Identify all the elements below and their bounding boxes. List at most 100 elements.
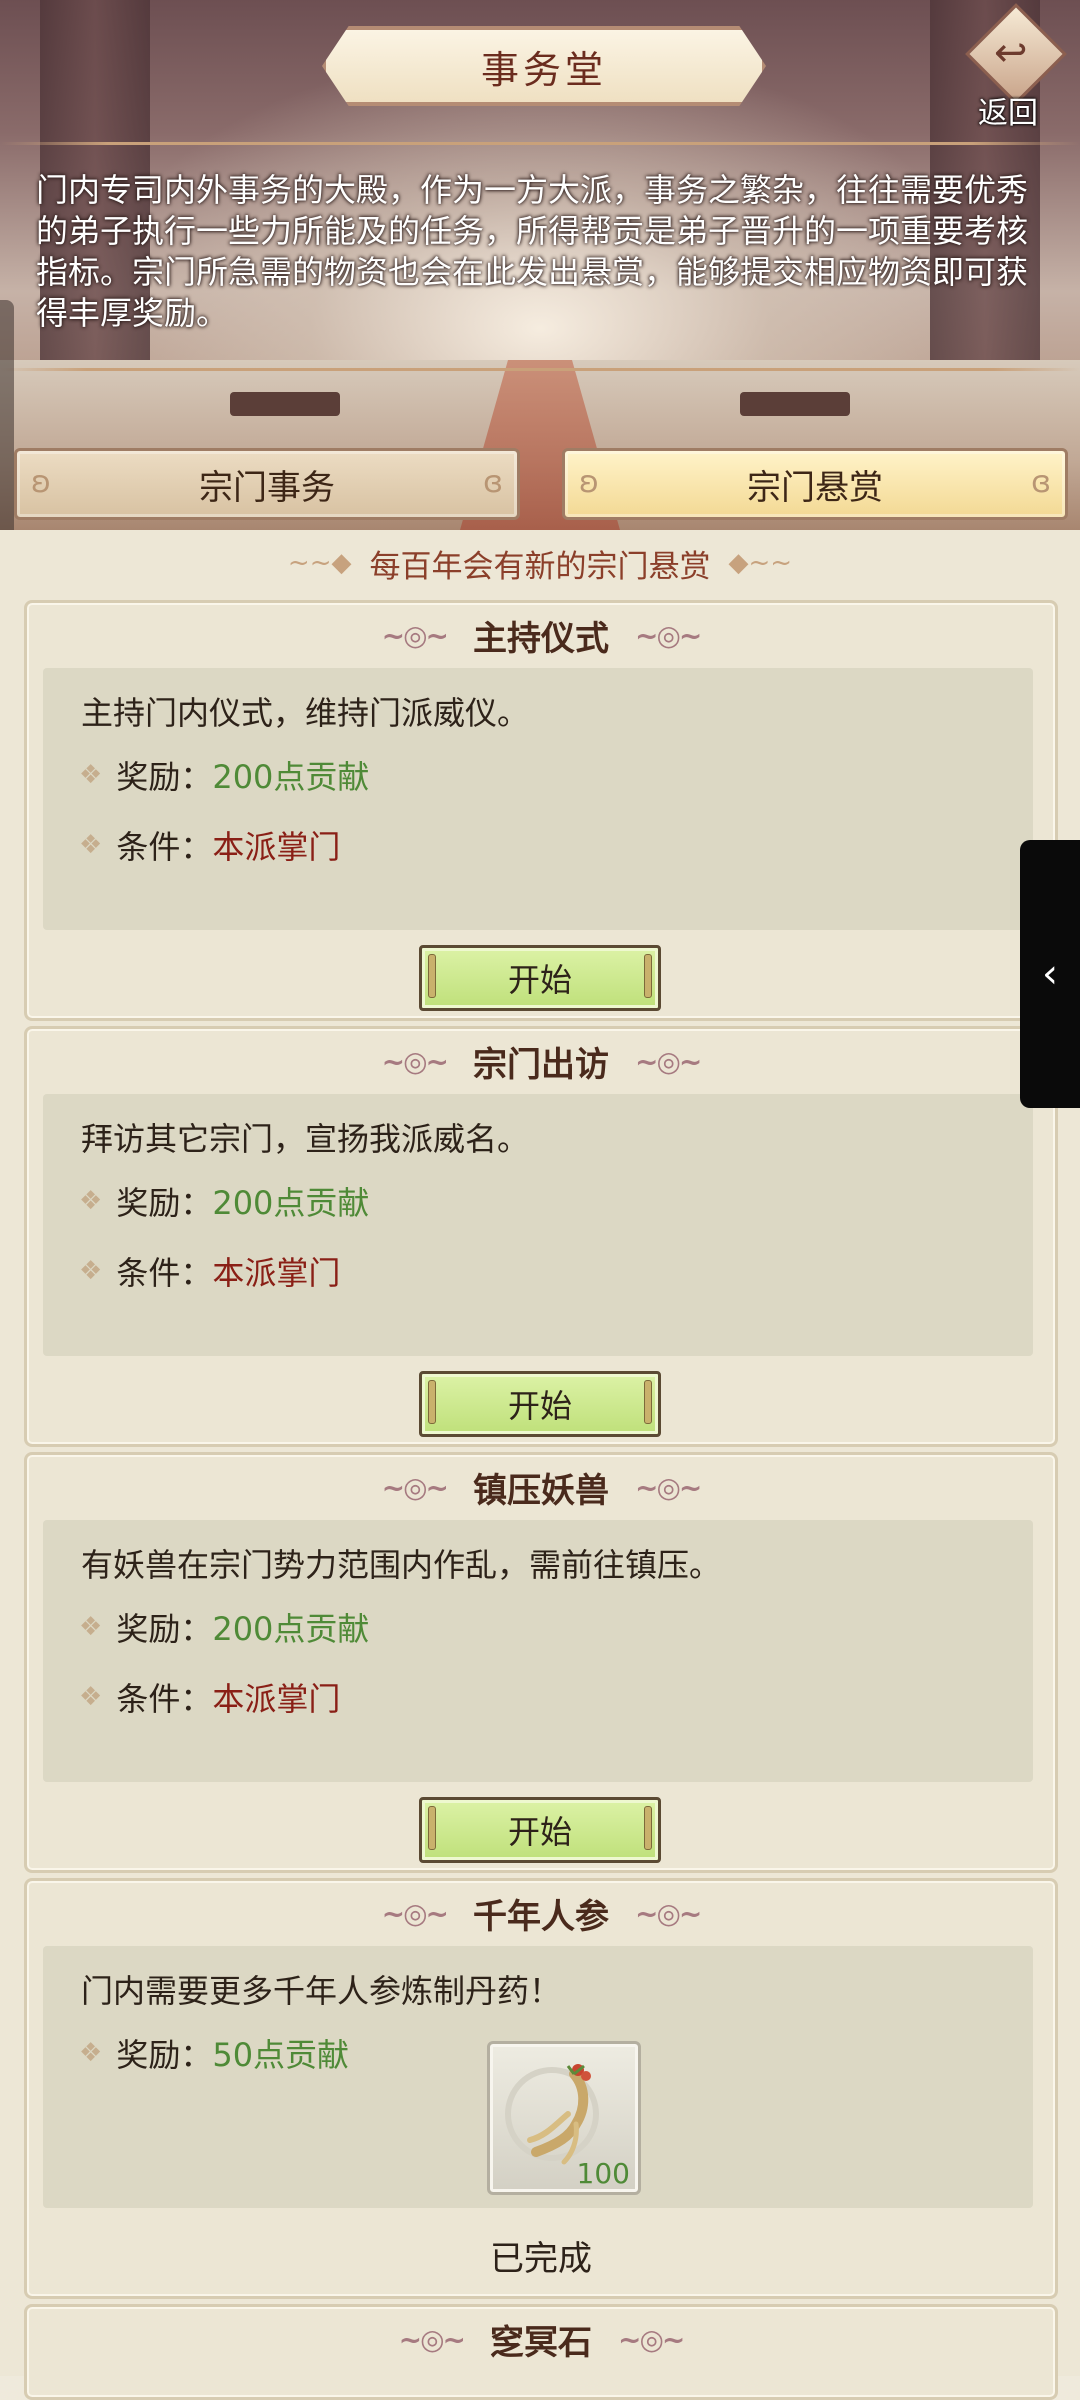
- bounty-card: ~◎~ 宗门出访 ~◎~ 拜访其它宗门，宣扬我派威名。 ❖ 奖励： 200点贡献…: [24, 1026, 1058, 1447]
- item-count: 100: [576, 2157, 630, 2190]
- card-title-text: 镇压妖兽: [473, 1470, 609, 1511]
- scroll-rod-icon: [644, 954, 652, 998]
- start-button-label: 开始: [507, 1387, 572, 1425]
- reward-value: 200点贡献: [212, 758, 370, 796]
- card-title: ~◎~ 宗门出访 ~◎~: [27, 1037, 1055, 1085]
- tab-sect-bounty[interactable]: ʚ 宗门悬赏 ɞ: [562, 448, 1068, 520]
- scroll-ornament-icon: ʚ: [579, 465, 599, 500]
- yin-yang-ornament-icon: ~◎~: [398, 2322, 466, 2356]
- divider: [0, 368, 1080, 371]
- return-arrow-icon: ↩: [994, 30, 1028, 76]
- item-slot[interactable]: 100: [487, 2041, 641, 2195]
- scroll-ornament-icon: ɞ: [483, 465, 503, 500]
- card-title: ~◎~ 镇压妖兽 ~◎~: [27, 1463, 1055, 1511]
- card-title: ~◎~ 主持仪式 ~◎~: [27, 611, 1055, 659]
- scroll-rod-icon: [428, 1806, 436, 1850]
- reward-value: 50点贡献: [212, 2036, 350, 2074]
- card-title: ~◎~ 千年人参 ~◎~: [27, 1889, 1055, 1937]
- card-title-text: 千年人参: [473, 1896, 609, 1937]
- bounty-list-panel[interactable]: ~~◆ 每百年会有新的宗门悬赏 ◆~~ ~◎~ 主持仪式 ~◎~ 主持门内仪式，…: [0, 530, 1080, 2400]
- card-title-text: 窆冥石: [490, 2322, 592, 2363]
- scroll-ornament-icon: ɞ: [1031, 465, 1051, 500]
- scroll-rod-icon: [644, 1380, 652, 1424]
- scroll-ornament-icon: ʚ: [31, 465, 51, 500]
- card-description: 拜访其它宗门，宣扬我派威名。: [81, 1120, 530, 1158]
- back-button[interactable]: ↩ 返回: [958, 3, 1068, 131]
- condition-label: 条件：: [116, 1680, 213, 1718]
- page-title: 事务堂: [480, 47, 607, 92]
- card-description: 主持门内仪式，维持门派威仪。: [81, 694, 530, 732]
- diamond-bullet-icon: ❖: [79, 760, 103, 790]
- notice-banner: ~~◆ 每百年会有新的宗门悬赏 ◆~~: [0, 530, 1080, 596]
- bounty-card: ~◎~ 窆冥石 ~◎~: [24, 2304, 1058, 2400]
- yin-yang-ornament-icon: ~◎~: [635, 618, 702, 652]
- reward-row: ❖ 奖励： 200点贡献: [79, 1604, 369, 1650]
- condition-row: ❖ 条件： 本派掌门: [79, 822, 340, 868]
- tab-label: 宗门悬赏: [747, 467, 883, 508]
- start-button-label: 开始: [507, 1813, 572, 1851]
- card-title-text: 宗门出访: [473, 1044, 609, 1085]
- condition-row: ❖ 条件： 本派掌门: [79, 1248, 340, 1294]
- divider: [0, 142, 1080, 145]
- status-completed: 已完成: [490, 2239, 592, 2279]
- notice-text: 每百年会有新的宗门悬赏: [369, 548, 711, 585]
- condition-value: 本派掌门: [212, 1254, 341, 1292]
- start-button[interactable]: 开始: [419, 1797, 661, 1863]
- yin-yang-ornament-icon: ~◎~: [635, 1470, 702, 1504]
- yin-yang-ornament-icon: ~◎~: [381, 1470, 449, 1504]
- card-body: 拜访其它宗门，宣扬我派威名。 ❖ 奖励： 200点贡献 ❖ 条件： 本派掌门: [43, 1094, 1033, 1356]
- card-title-text: 主持仪式: [473, 618, 609, 659]
- reward-label: 奖励：: [116, 2036, 213, 2074]
- tab-sect-affairs[interactable]: ʚ 宗门事务 ɞ: [14, 448, 520, 520]
- diamond-bullet-icon: ❖: [79, 1612, 103, 1642]
- yin-yang-ornament-icon: ~◎~: [618, 2322, 685, 2356]
- reward-row: ❖ 奖励： 200点贡献: [79, 1178, 369, 1224]
- ornament-icon: ~~◆: [287, 548, 352, 578]
- reward-label: 奖励：: [116, 1184, 213, 1222]
- reward-value: 200点贡献: [212, 1610, 370, 1648]
- reward-label: 奖励：: [116, 758, 213, 796]
- reward-row: ❖ 奖励： 200点贡献: [79, 752, 369, 798]
- card-body: 主持门内仪式，维持门派威仪。 ❖ 奖励： 200点贡献 ❖ 条件： 本派掌门: [43, 668, 1033, 930]
- yin-yang-ornament-icon: ~◎~: [381, 1896, 449, 1930]
- yin-yang-ornament-icon: ~◎~: [381, 618, 449, 652]
- card-description: 门内需要更多千年人参炼制丹药！: [81, 1972, 562, 2010]
- hall-bench: [230, 392, 340, 416]
- card-description: 有妖兽在宗门势力范围内作乱，需前往镇压。: [81, 1546, 722, 1584]
- yin-yang-ornament-icon: ~◎~: [635, 1044, 702, 1078]
- yin-yang-ornament-icon: ~◎~: [635, 1896, 702, 1930]
- scroll-rod-icon: [644, 1806, 652, 1850]
- condition-value: 本派掌门: [212, 828, 341, 866]
- page-title-plaque: 事务堂: [322, 26, 766, 106]
- diamond-bullet-icon: ❖: [79, 1186, 103, 1216]
- card-title: ~◎~ 窆冥石 ~◎~: [27, 2315, 1055, 2363]
- chevron-left-icon: ‹: [1042, 951, 1058, 997]
- reward-row: ❖ 奖励： 50点贡献: [79, 2030, 349, 2076]
- bounty-card: ~◎~ 镇压妖兽 ~◎~ 有妖兽在宗门势力范围内作乱，需前往镇压。 ❖ 奖励： …: [24, 1452, 1058, 1873]
- condition-label: 条件：: [116, 828, 213, 866]
- diamond-bullet-icon: ❖: [79, 830, 103, 860]
- start-button[interactable]: 开始: [419, 1371, 661, 1437]
- side-panel-toggle[interactable]: ‹: [1020, 840, 1080, 1108]
- hall-description: 门内专司内外事务的大殿，作为一方大派，事务之繁杂，往往需要优秀的弟子执行一些力所…: [36, 171, 1029, 332]
- diamond-bullet-icon: ❖: [79, 2038, 103, 2068]
- card-body: 门内需要更多千年人参炼制丹药！ ❖ 奖励： 50点贡献 100: [43, 1946, 1033, 2208]
- ornament-icon: ◆~~: [728, 548, 793, 578]
- back-label: 返回: [978, 96, 1038, 131]
- scroll-rod-icon: [428, 1380, 436, 1424]
- reward-value: 200点贡献: [212, 1184, 370, 1222]
- tab-label: 宗门事务: [199, 467, 335, 508]
- scroll-rod-icon: [428, 954, 436, 998]
- bounty-card: ~◎~ 千年人参 ~◎~ 门内需要更多千年人参炼制丹药！ ❖ 奖励： 50点贡献: [24, 1878, 1058, 2299]
- diamond-bullet-icon: ❖: [79, 1256, 103, 1286]
- start-button[interactable]: 开始: [419, 945, 661, 1011]
- diamond-bullet-icon: ❖: [79, 1682, 103, 1712]
- start-button-label: 开始: [507, 961, 572, 999]
- reward-label: 奖励：: [116, 1610, 213, 1648]
- hall-bench: [740, 392, 850, 416]
- condition-row: ❖ 条件： 本派掌门: [79, 1674, 340, 1720]
- condition-value: 本派掌门: [212, 1680, 341, 1718]
- card-body: 有妖兽在宗门势力范围内作乱，需前往镇压。 ❖ 奖励： 200点贡献 ❖ 条件： …: [43, 1520, 1033, 1782]
- bounty-card: ~◎~ 主持仪式 ~◎~ 主持门内仪式，维持门派威仪。 ❖ 奖励： 200点贡献…: [24, 600, 1058, 1021]
- yin-yang-ornament-icon: ~◎~: [381, 1044, 449, 1078]
